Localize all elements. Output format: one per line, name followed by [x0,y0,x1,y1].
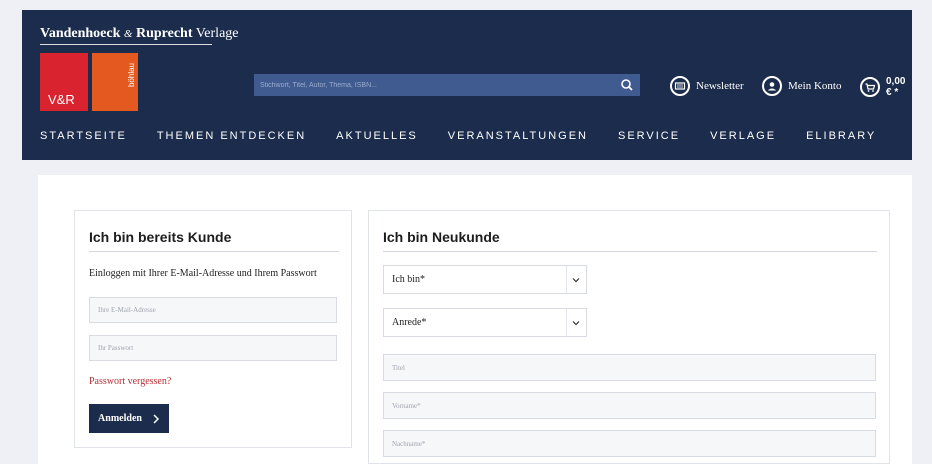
brand-name-part-2: Ruprecht [135,26,193,41]
login-title: Ich bin bereits Kunde [89,229,232,245]
brand-name-part-1: Vandenhoeck [40,26,121,41]
title-field[interactable]: Titel [383,354,876,381]
login-intro: Einloggen mit Ihrer E-Mail-Adresse und I… [89,268,317,279]
chevron-down-icon [566,309,586,336]
customer-type-select[interactable]: Ich bin* [383,265,587,294]
nav-item-startseite[interactable]: STARTSEITE [40,130,127,142]
newsletter-link[interactable]: Newsletter [670,76,744,96]
cart-icon [860,77,880,97]
login-button-label: Anmelden [98,413,142,424]
brand-underline [40,44,212,45]
customer-type-value: Ich bin* [392,274,426,285]
search-bar [254,74,640,96]
nav-item-veranstaltungen[interactable]: VERANSTALTUNGEN [448,130,588,142]
nav-item-elibrary[interactable]: ELIBRARY [806,130,876,142]
newsletter-icon [670,76,690,96]
boehlau-logo[interactable]: böhlau [92,53,138,111]
cart-total: 0,00 € * [886,76,906,98]
salutation-value: Anrede* [392,317,427,328]
chevron-right-icon [153,413,160,424]
main-nav: STARTSEITE THEMEN ENTDECKEN AKTUELLES VE… [40,130,906,142]
newsletter-label: Newsletter [696,80,744,92]
register-divider [383,251,877,252]
brand-name-suffix: Verlage [195,26,239,41]
brand-wordmark[interactable]: Vandenhoeck & Ruprecht Verlage [40,26,239,42]
cart-link[interactable]: 0,00 € * [860,76,912,98]
brand-ampersand: & [123,28,133,40]
salutation-select[interactable]: Anrede* [383,308,587,337]
boehlau-logo-text: böhlau [127,63,136,88]
login-button[interactable]: Anmelden [89,404,169,433]
vr-logo[interactable]: V&R [40,53,88,111]
login-card: Ich bin bereits Kunde Einloggen mit Ihre… [74,210,352,448]
firstname-field[interactable]: Vorname* [383,392,876,419]
forgot-password-link[interactable]: Passwort vergessen? [89,376,171,387]
nav-item-aktuelles[interactable]: AKTUELLES [336,130,418,142]
search-input[interactable] [254,74,614,96]
nav-item-service[interactable]: SERVICE [618,130,680,142]
login-divider [89,251,339,252]
site-header: Vandenhoeck & Ruprecht Verlage V&R böhla… [22,10,912,160]
lastname-field[interactable]: Nachname* [383,430,876,457]
nav-item-verlage[interactable]: VERLAGE [710,130,776,142]
password-field[interactable]: Ihr Passwort [89,335,337,361]
user-icon [762,76,782,96]
register-title: Ich bin Neukunde [383,229,500,245]
chevron-down-icon [566,266,586,293]
email-field[interactable]: Ihre E-Mail-Adresse [89,297,337,323]
search-icon[interactable] [618,76,636,94]
account-label: Mein Konto [788,80,842,92]
vr-logo-text: V&R [48,92,75,107]
account-link[interactable]: Mein Konto [762,76,841,96]
register-card: Ich bin Neukunde Ich bin* Anrede* Titel … [368,210,890,464]
nav-item-themen-entdecken[interactable]: THEMEN ENTDECKEN [157,130,306,142]
